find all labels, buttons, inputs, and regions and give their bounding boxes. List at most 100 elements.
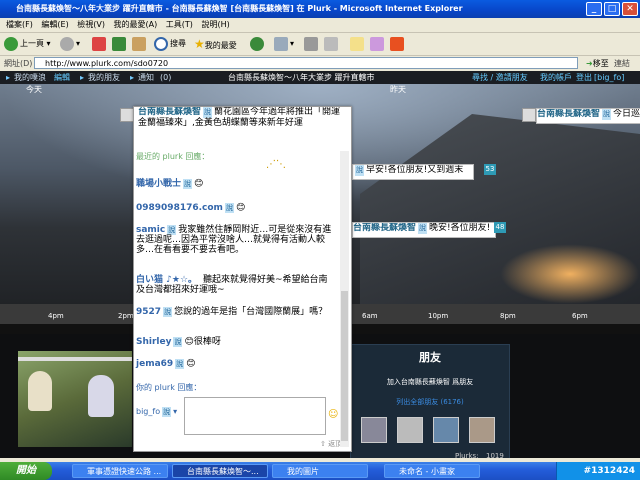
response-input[interactable] bbox=[184, 397, 326, 435]
forward-arrow-icon bbox=[60, 36, 74, 51]
time-label: 2pm bbox=[118, 312, 134, 320]
edit-icon bbox=[324, 36, 338, 51]
nav-edit[interactable]: 編輯 bbox=[54, 71, 70, 84]
nav-find-friends[interactable]: 尋找 / 邀請朋友 bbox=[472, 71, 528, 84]
close-button[interactable]: ✕ bbox=[622, 2, 638, 16]
history-button[interactable] bbox=[250, 36, 266, 52]
time-label: 6pm bbox=[572, 312, 588, 320]
nav-my-account[interactable]: 我的帳戶 bbox=[540, 71, 572, 84]
popup-plurk: 台南縣長蘇煥智說蘭花園區今年過年將推出「開運金蘭福臻來」,金黃色胡蝶蘭等來新年好… bbox=[138, 107, 341, 128]
nav-logout[interactable]: 登出 bbox=[576, 71, 592, 84]
plurk-post[interactable]: 台南縣長蘇煥智說今日巡視三 bbox=[536, 108, 640, 124]
friend-avatar[interactable] bbox=[469, 417, 495, 443]
favorites-button[interactable]: ★我的最愛 bbox=[194, 36, 237, 52]
plurk-post[interactable]: 說早安!各位朋友!又到週末 bbox=[352, 164, 474, 180]
response-item: samic 說我家雖然住靜岡附近…可是從來沒有進去逛過呢…因為平常沒啥人…就覺得有… bbox=[136, 225, 332, 255]
edit-button[interactable] bbox=[324, 36, 340, 52]
refresh-icon bbox=[112, 36, 126, 51]
start-button[interactable]: 開始 bbox=[0, 462, 52, 480]
page-title: 台南縣長蘇煥智～八年大業步 躍升直轄市 bbox=[228, 73, 375, 82]
response-count: 48 bbox=[494, 222, 506, 233]
search-button[interactable]: 搜尋 bbox=[154, 36, 186, 52]
menu-edit[interactable]: 編輯(E) bbox=[41, 18, 68, 32]
research-icon bbox=[370, 36, 384, 51]
clock: #1312424 bbox=[583, 466, 635, 476]
home-icon: ▸ bbox=[6, 73, 11, 82]
mail-icon bbox=[274, 36, 288, 51]
go-top-link[interactable]: ⇧ 返頂 bbox=[320, 439, 342, 449]
home-icon bbox=[132, 36, 146, 51]
task-button[interactable]: 我的圖片 bbox=[272, 464, 368, 478]
response-item: 職場小戰士說 😊 bbox=[136, 179, 204, 189]
response-item: Shirley 說 😊很棒呀 bbox=[136, 337, 221, 347]
minimize-button[interactable]: _ bbox=[586, 2, 602, 16]
nav-my-plurks[interactable]: 我的噗浪 bbox=[14, 71, 46, 84]
plurk-post[interactable]: 台南縣長蘇煥智說晚安!各位朋友! bbox=[352, 222, 496, 238]
stop-button[interactable] bbox=[92, 36, 108, 52]
go-button[interactable]: ➜移至 bbox=[586, 58, 609, 69]
friend-avatar[interactable] bbox=[397, 417, 423, 443]
print-button[interactable] bbox=[304, 36, 320, 52]
menu-view[interactable]: 檢視(V) bbox=[77, 18, 105, 32]
window-titlebar: 台南縣長蘇煥智～八年大業步 躍升直轄市 - 台南縣長蘇煥智 [台南縣長蘇煥智] … bbox=[0, 0, 640, 18]
friends-icon: ▸ bbox=[80, 73, 85, 82]
discuss-button[interactable] bbox=[350, 36, 366, 52]
reply-user: big_fo 說 ▾ bbox=[136, 407, 178, 417]
time-label: 10pm bbox=[428, 312, 449, 320]
list-friends-link[interactable]: 列出全部朋友 (6176) bbox=[351, 397, 509, 407]
popup-scrollbar[interactable] bbox=[340, 151, 349, 447]
response-count: 11 bbox=[351, 107, 352, 118]
nav-user[interactable]: [big_fo] bbox=[594, 71, 624, 84]
bell-icon: ▸ bbox=[130, 73, 135, 82]
task-button[interactable]: 未命名 - 小畫家 bbox=[384, 464, 480, 478]
menu-tools[interactable]: 工具(T) bbox=[166, 18, 193, 32]
address-input[interactable]: http://www.plurk.com/sdo0720 bbox=[34, 57, 578, 69]
menu-favorites[interactable]: 我的最愛(A) bbox=[114, 18, 158, 32]
nav-notifications[interactable]: 通知 bbox=[138, 71, 154, 84]
response-item: jema69 說 😊 bbox=[136, 359, 196, 369]
profile-photo bbox=[18, 351, 132, 447]
address-bar: 網址(D) http://www.plurk.com/sdo0720 ➜移至 連… bbox=[0, 56, 640, 72]
menu-file[interactable]: 檔案(F) bbox=[6, 18, 33, 32]
system-tray: #1312424 bbox=[556, 462, 640, 480]
home-button[interactable] bbox=[132, 36, 148, 52]
menu-help[interactable]: 說明(H) bbox=[201, 18, 229, 32]
recent-responses-label: 最近的 plurk 回應： bbox=[136, 152, 210, 161]
messenger-button[interactable] bbox=[370, 36, 386, 52]
refresh-button[interactable] bbox=[112, 36, 128, 52]
address-label: 網址(D) bbox=[4, 59, 33, 68]
back-arrow-icon bbox=[4, 36, 18, 51]
ribbon-icon: ⋰⋱ bbox=[266, 159, 286, 170]
maximize-button[interactable]: □ bbox=[604, 2, 620, 16]
avatar[interactable] bbox=[120, 108, 134, 122]
emoticon-icon[interactable]: ☺ bbox=[328, 409, 338, 420]
avatar[interactable] bbox=[522, 108, 536, 122]
back-button[interactable]: 上一頁 ▾ bbox=[4, 36, 51, 52]
forward-button[interactable]: ▾ bbox=[60, 36, 80, 52]
notif-count: (0) bbox=[160, 73, 172, 82]
time-label: 8pm bbox=[500, 312, 516, 320]
toolbar: 上一頁 ▾ ▾ 搜尋 ★我的最愛 ▾ bbox=[0, 33, 640, 56]
friends-title: 朋友 bbox=[419, 351, 441, 364]
task-button[interactable]: 軍事憑證快速公路 ... bbox=[72, 464, 168, 478]
add-friend-link[interactable]: 加入台南縣長蘇煥智 爲朋友 bbox=[351, 377, 509, 387]
friend-avatar[interactable] bbox=[361, 417, 387, 443]
menu-bar: 檔案(F) 編輯(E) 檢視(V) 我的最愛(A) 工具(T) 說明(H) bbox=[0, 18, 640, 33]
task-button-active[interactable]: 台南縣長蘇煥智～... bbox=[172, 464, 268, 478]
your-response-label: 你的 plurk 回應： bbox=[136, 383, 202, 392]
mail-button[interactable]: ▾ bbox=[274, 36, 294, 52]
response-item: 0989098176.com 說 😊 bbox=[136, 203, 246, 213]
history-icon bbox=[250, 36, 264, 51]
print-icon bbox=[304, 36, 318, 51]
download-icon bbox=[390, 36, 404, 51]
time-label: 4pm bbox=[48, 312, 64, 320]
friend-avatar[interactable] bbox=[433, 417, 459, 443]
scroll-thumb[interactable] bbox=[341, 291, 348, 441]
plurk-popup: 台南縣長蘇煥智說蘭花園區今年過年將推出「開運金蘭福臻來」,金黃色胡蝶蘭等來新年好… bbox=[133, 106, 352, 452]
response-count: 53 bbox=[484, 164, 496, 175]
download-button[interactable] bbox=[390, 36, 406, 52]
nav-my-friends[interactable]: 我的朋友 bbox=[88, 71, 120, 84]
links-button[interactable]: 連結 bbox=[614, 58, 630, 69]
note-icon bbox=[350, 36, 364, 51]
plurk-nav: ▸ 我的噗浪 編輯 ▸ 我的朋友 ▸ 通知 (0) 台南縣長蘇煥智～八年大業步 … bbox=[0, 71, 640, 84]
